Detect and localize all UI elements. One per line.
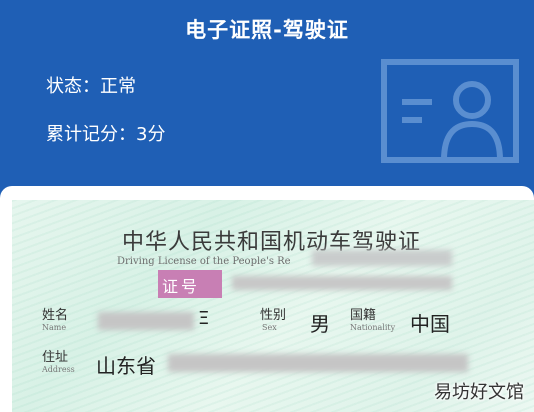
- nationality-value: 中国: [410, 312, 450, 336]
- redacted-address: [168, 354, 468, 372]
- redacted-subtitle: [312, 250, 452, 266]
- license-number-label: 证号: [162, 277, 201, 296]
- name-value-partial: Ξ: [198, 308, 210, 329]
- name-label: 姓名: [42, 308, 69, 323]
- name-label-en: Name: [42, 323, 67, 332]
- page-title: 电子证照-驾驶证: [185, 18, 349, 42]
- sex-label: 性别: [260, 308, 287, 323]
- redacted-name: [98, 312, 194, 330]
- nationality-label: 国籍: [350, 308, 377, 323]
- redacted-license-number: [232, 276, 452, 290]
- accumulated-points: 累计记分：3分: [46, 124, 166, 145]
- id-card-icon: [381, 59, 519, 163]
- nationality-label-en: Nationality: [350, 323, 396, 332]
- sex-value: 男: [310, 312, 330, 336]
- address-value: 山东省: [96, 354, 156, 378]
- address-label: 住址: [42, 350, 69, 365]
- address-label-en: Address: [42, 365, 75, 374]
- license-subtitle: Driving License of the People's Re: [117, 256, 291, 267]
- header-banner: 电子证照-驾驶证 状态：正常 累计记分：3分: [0, 0, 534, 200]
- license-status: 状态：正常: [46, 76, 136, 97]
- sex-label-en: Sex: [262, 323, 277, 332]
- watermark-text: 易坊好文馆: [434, 382, 524, 403]
